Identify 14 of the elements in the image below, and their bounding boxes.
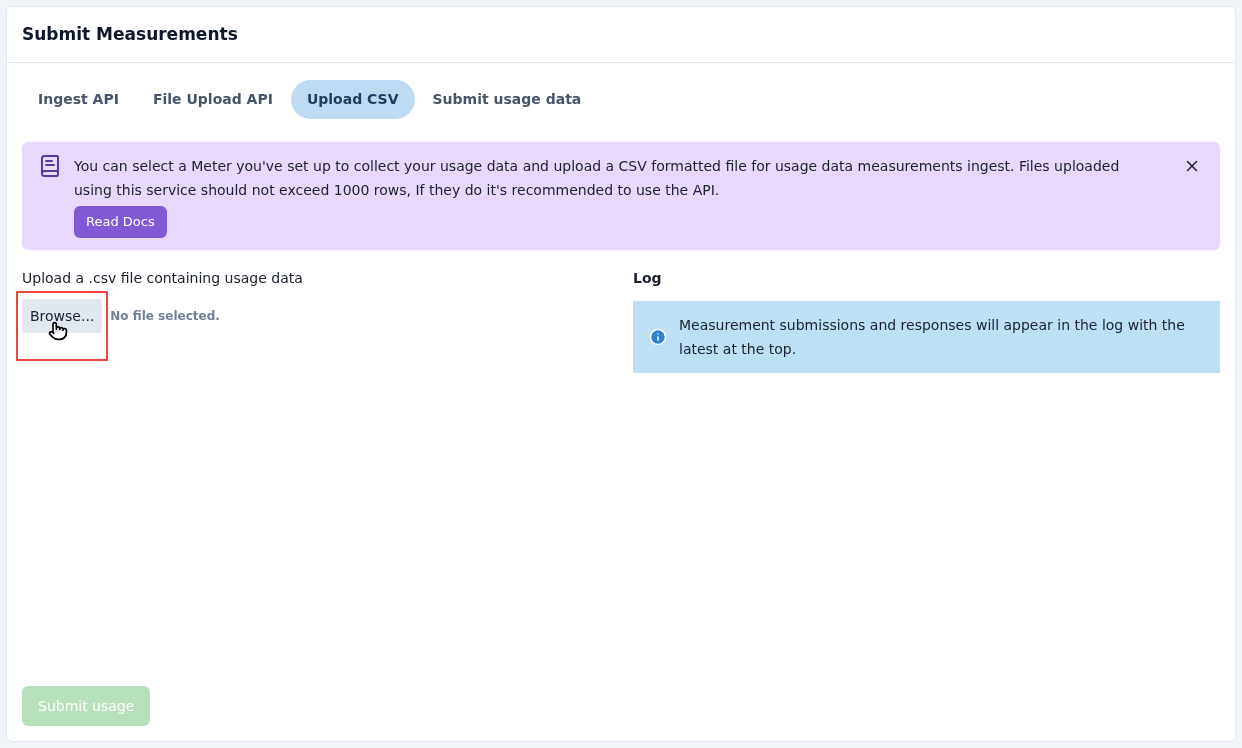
info-text: Measurement submissions and responses will appear in the log with the latest at the top. (679, 316, 1186, 359)
browse-button[interactable]: Browse... (22, 299, 103, 333)
file-status: No file selected. (110, 308, 220, 325)
book-icon (38, 154, 62, 178)
info-icon (649, 328, 667, 346)
read-docs-button[interactable]: Read Docs (74, 206, 167, 238)
tab[interactable]: Ingest API (22, 80, 135, 119)
tab[interactable]: File Upload API (136, 80, 289, 119)
upload-label: Upload a .csv file containing usage data (22, 269, 304, 288)
tab[interactable]: Submit usage data (416, 80, 598, 119)
tab[interactable]: Upload CSV (290, 80, 415, 119)
log-title: Log (633, 269, 663, 288)
notice-text: You can select a Meter you've set up to collect your usage data and upload a CSV formatted file for usage data measurements ingest. Files uploaded using this service should not exceed 1000 rows, If they do it's recommended to use the API. (74, 157, 1121, 200)
card-title: Submit Measurements (22, 22, 238, 46)
